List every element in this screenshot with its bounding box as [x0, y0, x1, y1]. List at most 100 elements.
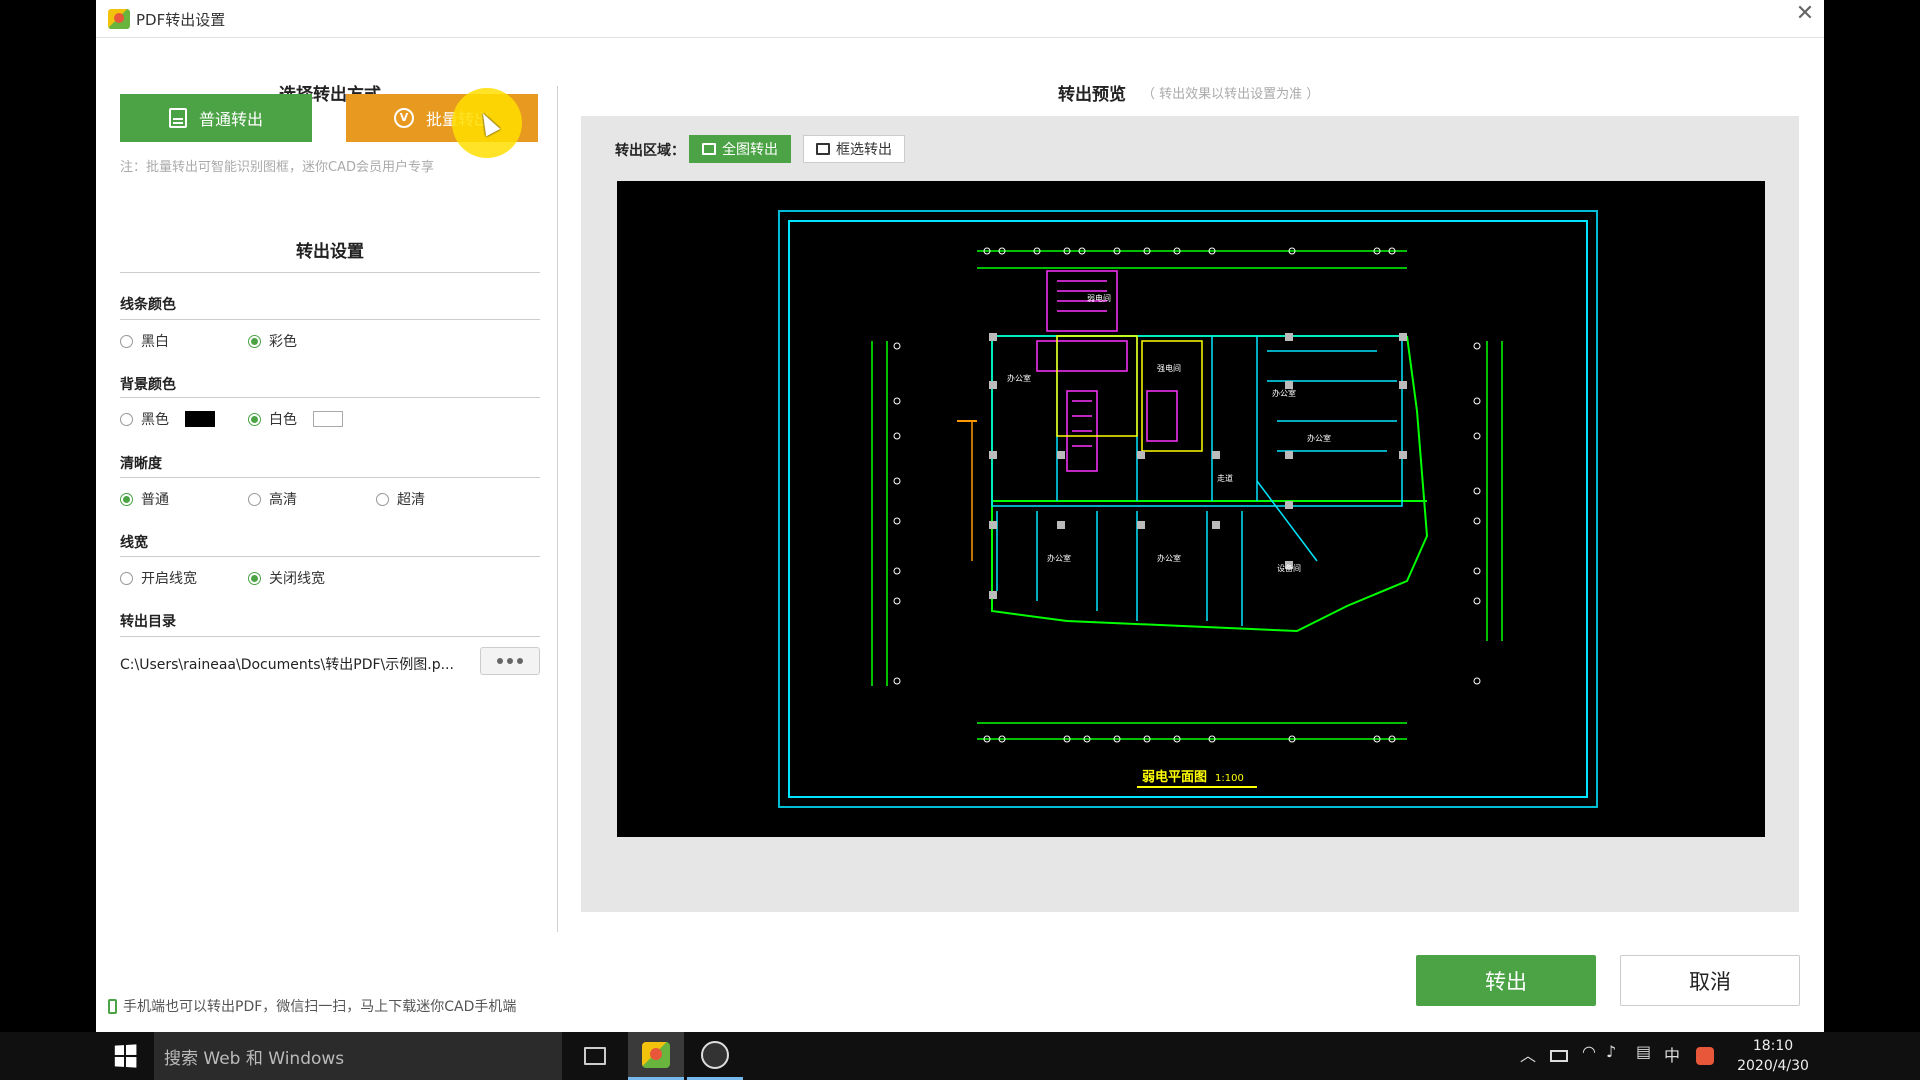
- app-logo-icon: [108, 9, 130, 29]
- radio-label: 超清: [397, 492, 425, 508]
- white-swatch: [313, 411, 343, 427]
- fullscreen-icon: [702, 143, 716, 155]
- radio-line-bw[interactable]: 黑白: [120, 331, 169, 351]
- radio-label: 彩色: [269, 334, 297, 350]
- cad-room-label: 办公室: [1047, 553, 1071, 563]
- output-dir-label: 转出目录: [120, 614, 176, 630]
- cad-room-label: 弱电间: [1087, 293, 1111, 303]
- radio-linewidth-on[interactable]: 开启线宽: [120, 568, 197, 588]
- cancel-button[interactable]: 取消: [1620, 955, 1800, 1006]
- preview-subtitle: （ 转出效果以转出设置为准 ）: [1142, 87, 1320, 102]
- radio-label: 普通: [141, 492, 169, 508]
- radio-label: 白色: [269, 412, 297, 428]
- dot-icon: [517, 658, 523, 664]
- radio-linewidth-off[interactable]: 关闭线宽: [248, 568, 325, 588]
- obs-icon: [701, 1040, 729, 1069]
- vip-icon: V: [393, 108, 414, 128]
- preview-title: 转出预览: [1058, 85, 1126, 105]
- frame-select-button[interactable]: 框选转出: [803, 135, 905, 163]
- battery-icon[interactable]: [1550, 1050, 1568, 1062]
- cad-preview-canvas[interactable]: 弱电间 强电间 走道 办公室 办公室 办公室 办公室 办公室 设备间 弱电平面图…: [617, 181, 1765, 837]
- notification-icon[interactable]: ▤: [1636, 1042, 1651, 1061]
- radio-line-color[interactable]: 彩色: [248, 331, 297, 351]
- volume-icon[interactable]: ♪: [1606, 1042, 1616, 1061]
- radio-circle: [120, 412, 133, 426]
- line-width-label: 线宽: [120, 535, 148, 551]
- bg-color-label: 背景颜色: [120, 377, 176, 393]
- window-title: PDF转出设置: [136, 11, 226, 29]
- cad-room-label: 办公室: [1157, 553, 1181, 563]
- full-export-label: 全图转出: [722, 142, 778, 158]
- radio-circle-selected: [248, 334, 261, 348]
- taskbar-app-obs[interactable]: [687, 1032, 743, 1080]
- task-view-icon[interactable]: [584, 1047, 606, 1065]
- radio-clarity-high[interactable]: 高清: [248, 489, 297, 509]
- divider: [120, 556, 540, 557]
- radio-circle: [120, 571, 133, 585]
- full-export-button[interactable]: 全图转出: [689, 135, 791, 163]
- cad-room-label: 强电间: [1157, 363, 1181, 373]
- cad-room-label: 办公室: [1007, 373, 1031, 383]
- phone-icon: [108, 998, 117, 1014]
- divider: [120, 319, 540, 320]
- output-path: C:\Users\raineaa\Documents\转出PDF\示例图.p..…: [120, 657, 454, 673]
- radio-circle: [120, 334, 133, 348]
- ime-indicator[interactable]: 中: [1664, 1042, 1680, 1066]
- batch-note: 注：批量转出可智能识别图框，迷你CAD会员用户专享: [120, 160, 434, 175]
- export-button[interactable]: 转出: [1416, 955, 1596, 1006]
- radio-circle-selected: [248, 571, 261, 585]
- tray-chevron-icon[interactable]: ︿: [1520, 1042, 1536, 1066]
- line-color-label: 线条颜色: [120, 297, 176, 313]
- dot-icon: [497, 658, 503, 664]
- taskbar-search[interactable]: 搜索 Web 和 Windows: [154, 1032, 562, 1080]
- black-swatch: [185, 411, 215, 427]
- cad-room-label: 设备间: [1277, 563, 1301, 573]
- document-icon: [168, 108, 187, 128]
- export-area-label: 转出区域：: [615, 143, 685, 159]
- cad-room-label: 走道: [1217, 473, 1233, 483]
- wifi-icon[interactable]: ◠: [1582, 1042, 1596, 1061]
- radio-circle-selected: [120, 492, 133, 506]
- windows-start-icon[interactable]: [114, 1044, 137, 1068]
- close-icon[interactable]: ✕: [1788, 1, 1822, 29]
- divider: [120, 477, 540, 478]
- cad-room-label: 办公室: [1272, 388, 1296, 398]
- title-bar: PDF转出设置 ✕: [96, 0, 1824, 38]
- radio-label: 高清: [269, 492, 297, 508]
- radio-circle-selected: [248, 412, 261, 426]
- sogou-icon[interactable]: [1696, 1047, 1714, 1065]
- clock-time: 18:10: [1752, 1038, 1794, 1054]
- divider: [120, 636, 540, 637]
- radio-clarity-ultra[interactable]: 超清: [376, 489, 425, 509]
- divider: [120, 397, 540, 398]
- taskbar-clock[interactable]: 18:10 2020/4/30: [1732, 1036, 1814, 1076]
- radio-bg-white[interactable]: 白色: [248, 409, 343, 429]
- drawing-title: 弱电平面图: [1142, 769, 1207, 785]
- pdf-export-dialog: PDF转出设置 ✕ 选择转出方式 普通转出 V 批量转出 注：批量转出可智能识别…: [96, 0, 1824, 1032]
- radio-circle: [248, 492, 261, 506]
- taskbar-app-minicad[interactable]: [628, 1032, 684, 1080]
- drawing-scale: 1:100: [1215, 773, 1244, 784]
- cad-drawing: 弱电间 强电间 走道 办公室 办公室 办公室 办公室 办公室 设备间 弱电平面图…: [778, 210, 1598, 808]
- normal-export-label: 普通转出: [198, 110, 263, 129]
- cad-room-label: 办公室: [1307, 433, 1331, 443]
- radio-label: 黑白: [141, 334, 169, 350]
- mobile-tip-text: 手机端也可以转出PDF，微信扫一扫，马上下载迷你CAD手机端: [123, 999, 517, 1015]
- column-divider: [557, 86, 558, 932]
- minicad-icon: [642, 1041, 670, 1068]
- browse-button[interactable]: [480, 647, 540, 675]
- normal-export-button[interactable]: 普通转出: [120, 94, 312, 142]
- radio-label: 黑色: [141, 412, 169, 428]
- radio-label: 开启线宽: [141, 571, 197, 587]
- radio-label: 关闭线宽: [269, 571, 325, 587]
- dot-icon: [507, 658, 513, 664]
- radio-bg-black[interactable]: 黑色: [120, 409, 215, 429]
- divider: [120, 272, 540, 273]
- frame-select-label: 框选转出: [836, 142, 892, 158]
- radio-clarity-normal[interactable]: 普通: [120, 489, 169, 509]
- settings-heading: 转出设置: [296, 242, 364, 262]
- frame-select-icon: [816, 143, 830, 155]
- clarity-label: 清晰度: [120, 456, 162, 472]
- mobile-tip[interactable]: 手机端也可以转出PDF，微信扫一扫，马上下载迷你CAD手机端: [108, 996, 516, 1016]
- clock-date: 2020/4/30: [1737, 1058, 1809, 1074]
